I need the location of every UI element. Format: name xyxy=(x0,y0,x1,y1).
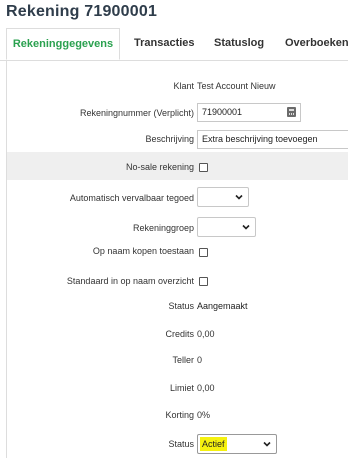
status-select-value: Actief xyxy=(200,437,227,451)
tab-statuslog[interactable]: Statuslog xyxy=(214,28,264,59)
rekeningnummer-field[interactable]: 71900001 xyxy=(197,103,301,122)
chevron-down-icon xyxy=(263,441,271,447)
vervalbaar-label: Automatisch vervalbaar tegoed xyxy=(69,193,194,203)
op-naam-kopen-label: Op naam kopen toestaan xyxy=(92,246,194,256)
korting-value: 0% xyxy=(197,410,211,420)
rekeningnummer-value: 71900001 xyxy=(202,107,243,117)
beschrijving-value: Extra beschrijving toevoegen xyxy=(202,134,318,144)
standaard-overzicht-checkbox[interactable] xyxy=(199,277,208,286)
limiet-value: 0,00 xyxy=(197,383,215,393)
klant-value: Test Account Nieuw xyxy=(197,81,276,91)
rekeninggroep-label: Rekeninggroep xyxy=(132,223,194,233)
beschrijving-label: Beschrijving xyxy=(145,134,194,144)
vervalbaar-select[interactable] xyxy=(197,187,249,207)
row-op-naam-kopen: Op naam kopen toestaan xyxy=(7,240,348,276)
tab-bar: Rekeninggegevens Transacties Statuslog O… xyxy=(0,28,348,61)
chevron-down-icon xyxy=(242,224,250,230)
row-vervalbaar: Automatisch vervalbaar tegoed xyxy=(7,180,348,213)
op-naam-kopen-checkbox[interactable] xyxy=(199,248,208,257)
teller-value: 0 xyxy=(197,355,203,365)
row-credits: Credits 0,00 xyxy=(7,322,348,350)
tab-overboeken[interactable]: Overboeken xyxy=(285,28,348,59)
beschrijving-field[interactable]: Extra beschrijving toevoegen xyxy=(197,130,348,149)
row-beschrijving: Beschrijving Extra beschrijving toevoege… xyxy=(7,126,348,152)
rekeninggroep-select[interactable] xyxy=(197,217,256,237)
klant-label: Klant xyxy=(173,81,194,91)
teller-label: Teller xyxy=(172,355,194,365)
tab-rekeninggegevens[interactable]: Rekeninggegevens xyxy=(6,28,120,60)
row-no-sale: No-sale rekening xyxy=(7,152,348,180)
korting-label: Korting xyxy=(165,410,194,420)
credits-value: 0,00 xyxy=(197,329,215,339)
calculator-icon[interactable] xyxy=(287,107,296,117)
status-label: Status xyxy=(168,301,194,311)
no-sale-checkbox[interactable] xyxy=(199,163,208,172)
chevron-down-icon xyxy=(235,194,243,200)
status-value: Aangemaakt xyxy=(197,301,248,311)
page-title: Rekening 71900001 xyxy=(6,3,158,20)
account-details-panel: Klant Test Account Nieuw Rekeningnummer … xyxy=(6,60,348,458)
row-rekeningnummer: Rekeningnummer (Verplicht) 71900001 xyxy=(7,100,348,126)
row-status-select: Status Actief xyxy=(7,430,348,458)
row-teller: Teller 0 xyxy=(7,350,348,376)
status-select-label: Status xyxy=(168,439,194,449)
limiet-label: Limiet xyxy=(169,383,194,393)
standaard-overzicht-label: Standaard in op naam overzicht xyxy=(66,276,194,286)
row-klant: Klant Test Account Nieuw xyxy=(7,60,348,100)
row-limiet: Limiet 0,00 xyxy=(7,376,348,404)
credits-label: Credits xyxy=(165,329,194,339)
row-korting: Korting 0% xyxy=(7,404,348,430)
row-rekeninggroep: Rekeninggroep xyxy=(7,213,348,240)
no-sale-label: No-sale rekening xyxy=(125,162,194,172)
tab-transacties[interactable]: Transacties xyxy=(134,28,195,59)
rekeningnummer-label: Rekeningnummer (Verplicht) xyxy=(79,108,194,118)
row-status-readonly: Status Aangemaakt xyxy=(7,296,348,322)
status-select[interactable]: Actief xyxy=(197,434,277,454)
